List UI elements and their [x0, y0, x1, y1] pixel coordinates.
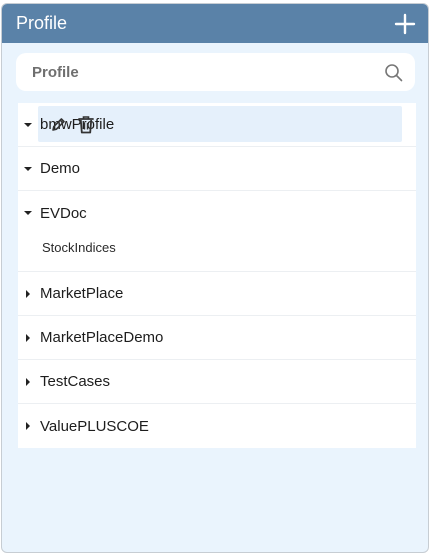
tree-item-label: ValuePLUSCOE [40, 417, 149, 435]
search-box [16, 53, 415, 91]
plus-icon [394, 13, 416, 34]
profile-panel: Profile bmwProfile [1, 3, 429, 553]
tree-item-label: MarketPlace [40, 285, 124, 302]
caret-right-icon[interactable] [18, 421, 38, 431]
tree-item-marketplacedemo[interactable]: MarketPlaceDemo [18, 316, 416, 360]
tree-item-marketplace[interactable]: MarketPlace [18, 272, 416, 316]
tree-item-label: MarketPlaceDemo [40, 329, 164, 346]
caret-down-icon[interactable] [18, 164, 38, 174]
edit-pencil-icon[interactable] [50, 116, 67, 133]
tree-item-label: EVDoc [40, 204, 87, 222]
caret-down-icon[interactable] [18, 120, 38, 130]
tree-item-label: Demo [40, 160, 81, 177]
tree-item-bmwprofile[interactable]: bmwProfile [18, 103, 416, 147]
panel-title: Profile [16, 13, 68, 33]
search-icon[interactable] [384, 63, 403, 82]
caret-right-icon[interactable] [18, 377, 38, 387]
add-profile-button[interactable] [392, 11, 418, 37]
caret-right-icon[interactable] [18, 289, 38, 299]
caret-right-icon[interactable] [18, 333, 38, 343]
delete-trash-icon[interactable] [77, 115, 95, 134]
caret-down-icon[interactable] [18, 208, 38, 218]
tree-item-valuepluscoe[interactable]: ValuePLUSCOE [18, 404, 416, 448]
tree-child-label: StockIndices [42, 240, 116, 255]
tree-item-label: TestCases [40, 373, 111, 390]
search-input[interactable] [30, 62, 384, 82]
panel-header: Profile [2, 4, 428, 43]
tree-item-demo[interactable]: Demo [18, 147, 416, 191]
profile-tree: bmwProfile Demo EVDoc StockIndices Marke… [18, 103, 416, 448]
tree-child-stockindices[interactable]: StockIndices [18, 235, 416, 272]
tree-item-evdoc[interactable]: EVDoc [18, 191, 416, 235]
tree-item-testcases[interactable]: TestCases [18, 360, 416, 404]
